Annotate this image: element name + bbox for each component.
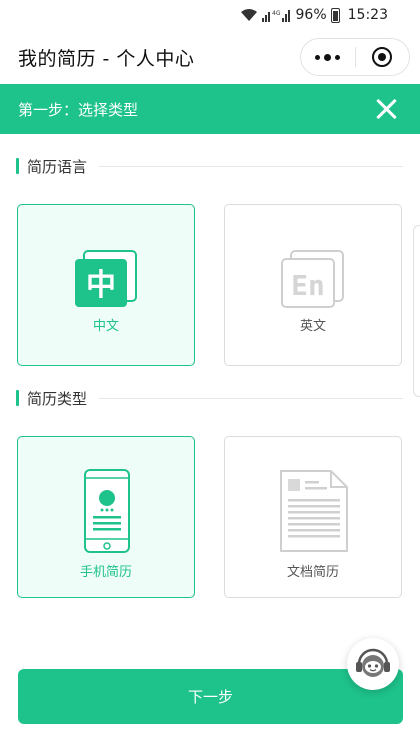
document-icon — [280, 470, 348, 552]
chinese-language-icon: 中 — [75, 250, 137, 307]
option-chinese[interactable]: 中 中文 — [17, 204, 195, 366]
option-mobile-resume[interactable]: 手机简历 — [17, 436, 195, 598]
battery-percent: 96% — [295, 7, 327, 23]
signal-icon: 4G — [261, 10, 290, 22]
close-miniprogram-button[interactable] — [356, 39, 410, 75]
status-bar: 4G 96% 15:23 — [0, 0, 420, 30]
next-step-button[interactable]: 下一步 — [18, 669, 403, 724]
english-language-icon: En — [281, 250, 344, 308]
english-glyph: En — [291, 269, 325, 302]
assistant-float-button[interactable] — [347, 638, 399, 690]
network-type: 4G — [272, 10, 281, 17]
status-icons: 4G 96% 15:23 — [240, 5, 388, 25]
side-panel-tab[interactable] — [413, 225, 420, 397]
chinese-glyph: 中 — [86, 268, 116, 303]
section-divider — [99, 397, 403, 399]
close-icon[interactable] — [374, 97, 398, 121]
option-document-resume[interactable]: 文档简历 — [224, 436, 402, 598]
option-chinese-label: 中文 — [92, 319, 119, 334]
section-divider — [99, 165, 403, 167]
step-title: 第一步：选择类型 — [18, 101, 139, 119]
language-section-header: 简历语言 — [16, 155, 403, 177]
section-marker — [16, 158, 19, 174]
more-button[interactable] — [301, 39, 355, 75]
more-dots-icon — [315, 53, 341, 61]
page-title: 我的简历 - 个人中心 — [18, 48, 195, 70]
wifi-icon — [240, 9, 257, 21]
mini-program-capsule — [300, 38, 410, 76]
language-section-label: 简历语言 — [27, 157, 88, 176]
robot-assistant-icon — [356, 648, 390, 677]
option-document-resume-label: 文档简历 — [286, 565, 339, 580]
option-mobile-resume-label: 手机简历 — [79, 565, 132, 580]
option-english[interactable]: En 英文 — [224, 204, 402, 366]
status-time: 15:23 — [347, 7, 388, 23]
option-english-label: 英文 — [299, 319, 326, 334]
nav-bar: 我的简历 - 个人中心 — [0, 30, 420, 84]
phone-icon — [84, 469, 130, 553]
type-section-header: 简历类型 — [16, 387, 403, 409]
battery-icon — [330, 7, 340, 23]
type-section-label: 简历类型 — [27, 389, 88, 408]
section-marker — [16, 390, 19, 406]
target-icon — [372, 47, 393, 67]
step-header: 第一步：选择类型 — [0, 84, 420, 134]
